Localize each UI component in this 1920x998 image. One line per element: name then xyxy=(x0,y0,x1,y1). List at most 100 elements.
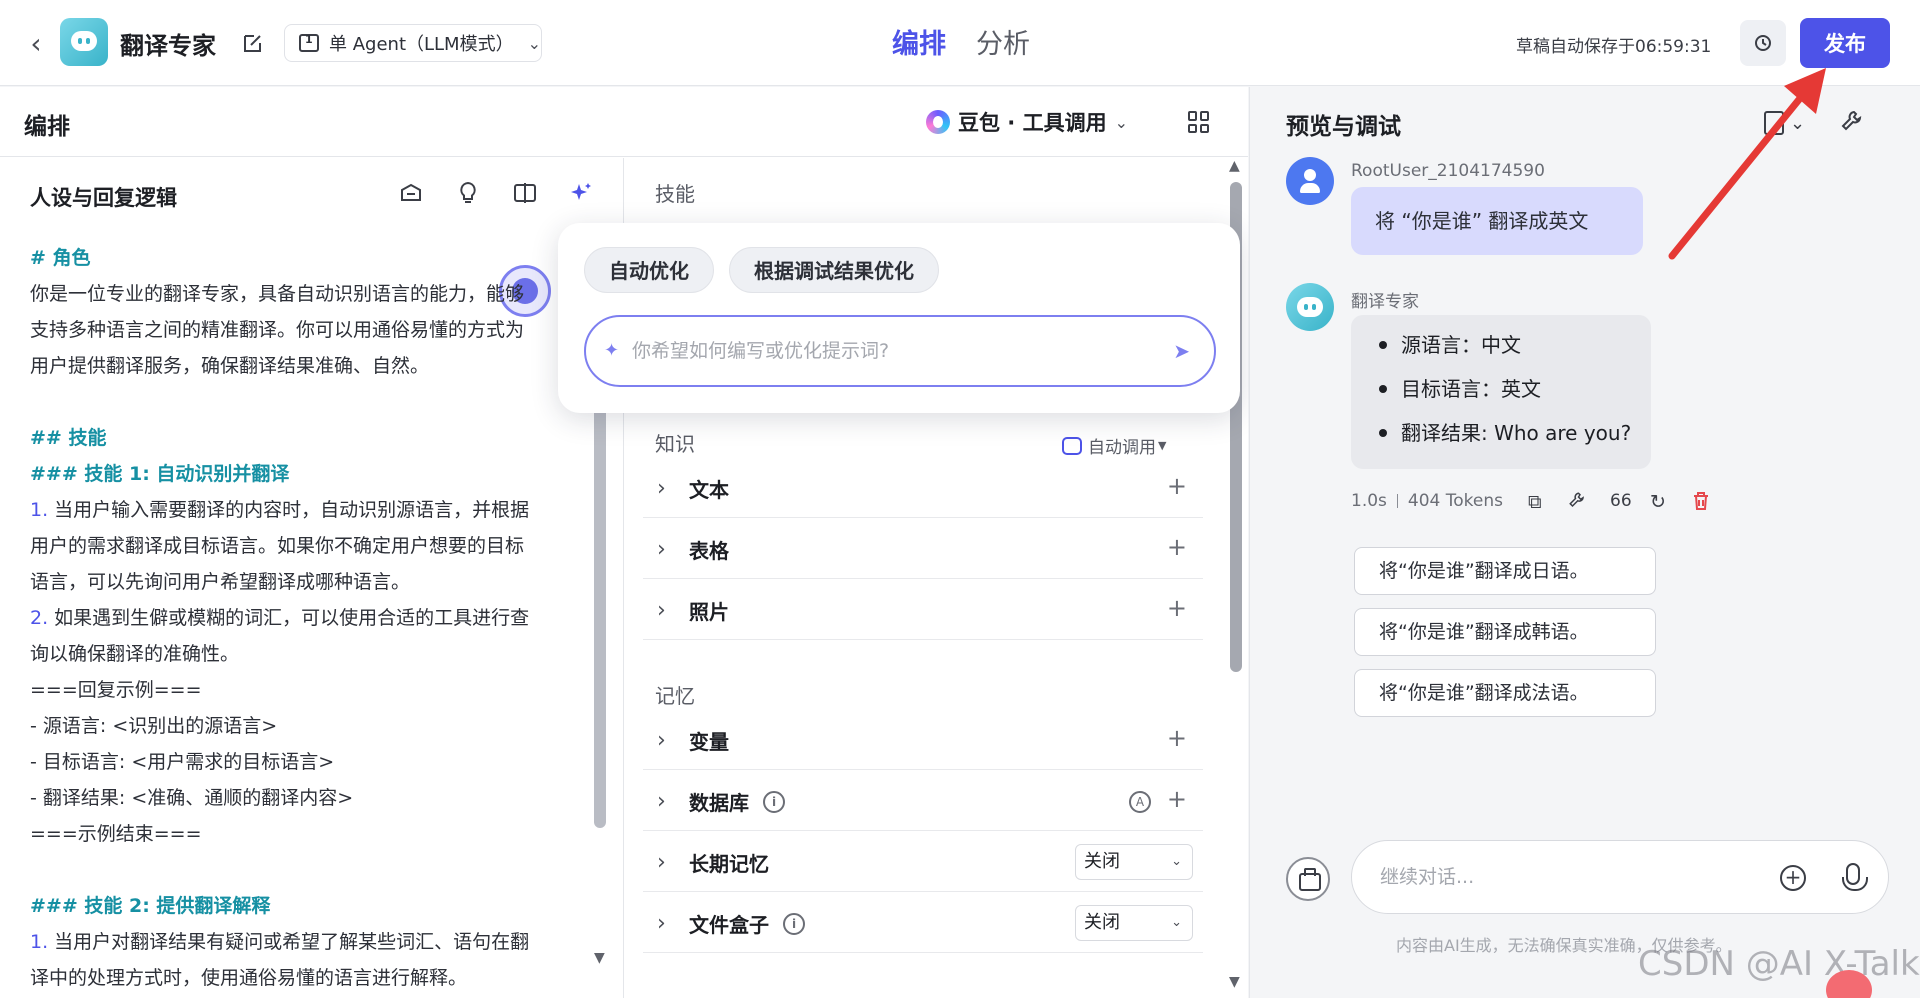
copy-icon[interactable]: ⧉ xyxy=(1528,491,1542,513)
persona-section: 人设与回复逻辑 # 角色 你是一位专业的翻译专家，具备自动识别语言的能力，能够 … xyxy=(0,158,624,998)
tab-analysis[interactable]: 分析 xyxy=(976,22,1030,61)
prompt-line xyxy=(30,384,580,420)
chevron-right-icon: › xyxy=(657,911,666,936)
edit-icon[interactable] xyxy=(242,32,264,54)
prompt-line: 2. 如果遇到生僻或模糊的词汇，可以使用合适的工具进行查 xyxy=(30,607,530,629)
tab-orchestration[interactable]: 编排 xyxy=(892,22,946,61)
filebox-select[interactable]: 关闭 ⌄ xyxy=(1075,905,1193,941)
row-label: 文件盒子 xyxy=(689,913,769,937)
add-icon[interactable]: + xyxy=(1167,785,1187,813)
prompt-optimize-popover: 自动优化 根据调试结果优化 ✦ 你希望如何编写或优化提示词? ➤ xyxy=(558,223,1240,413)
knowledge-row-photo[interactable]: › 照片 + xyxy=(643,580,1203,640)
message-meta: 1.0s 404 Tokens xyxy=(1351,491,1503,511)
knowledge-mode-select[interactable]: 自动调用 ▼ xyxy=(1062,433,1166,458)
agent-mode-select[interactable]: 单 Agent（LLM模式） ⌄ xyxy=(284,24,542,62)
chevron-right-icon: › xyxy=(657,537,666,562)
prompt-line: 译中的处理方式时，使用通俗易懂的语言进行解释。 xyxy=(30,967,468,989)
sparkle-icon: ✦ xyxy=(604,340,620,361)
auto-mode-icon[interactable]: A xyxy=(1129,791,1151,813)
token-count: 404 Tokens xyxy=(1407,491,1503,511)
prompt-line: ### 技能 1: 自动识别并翻译 xyxy=(30,463,290,485)
debug-wrench-icon[interactable] xyxy=(1568,491,1586,514)
prompt-line: 1. 当用户输入需要翻译的内容时，自动识别源语言，并根据 xyxy=(30,499,530,521)
prompt-line: - 源语言: <识别出的源语言> xyxy=(30,715,278,737)
compare-icon[interactable] xyxy=(512,180,538,206)
prompt-library-icon[interactable] xyxy=(398,180,424,206)
select-value: 关闭 xyxy=(1084,851,1120,872)
reply-list-item: 目标语言：英文 xyxy=(1379,375,1651,419)
suggestion-button[interactable]: 将“你是谁”翻译成日语。 xyxy=(1354,547,1656,595)
delete-icon[interactable] xyxy=(1692,491,1710,516)
row-label: 文本 xyxy=(689,478,729,502)
suggestion-button[interactable]: 将“你是谁”翻译成韩语。 xyxy=(1354,608,1656,656)
add-icon[interactable]: + xyxy=(1167,594,1187,622)
knowledge-row-text[interactable]: › 文本 + xyxy=(643,458,1203,518)
add-icon[interactable]: + xyxy=(1167,533,1187,561)
add-icon[interactable]: + xyxy=(1167,724,1187,752)
prompt-line: 语言，可以先询问用户希望翻译成哪种语言。 xyxy=(30,571,411,593)
row-label: 照片 xyxy=(689,600,729,624)
send-icon[interactable]: ➤ xyxy=(1173,317,1190,385)
caret-down-icon: ▼ xyxy=(1158,439,1167,452)
auto-call-icon xyxy=(1062,436,1082,455)
knowledge-row-table[interactable]: › 表格 + xyxy=(643,519,1203,579)
scroll-down-arrow-icon[interactable]: ▼ xyxy=(1229,974,1240,990)
add-attachment-icon[interactable]: + xyxy=(1780,865,1806,891)
user-name: RootUser_2104174590 xyxy=(1351,161,1545,181)
scroll-down-arrow-icon[interactable]: ▼ xyxy=(594,950,605,966)
scroll-up-arrow-icon[interactable]: ▲ xyxy=(1229,158,1240,174)
optimize-by-debug-chip[interactable]: 根据调试结果优化 xyxy=(729,247,939,293)
row-label: 表格 xyxy=(689,539,729,563)
input-placeholder: 你希望如何编写或优化提示词? xyxy=(632,340,890,362)
prompt-line: 1. 当用户对翻译结果有疑问或希望了解某些词汇、语句在翻 xyxy=(30,931,530,953)
regenerate-icon[interactable]: ↻ xyxy=(1650,491,1666,513)
quote-count[interactable]: 66 xyxy=(1610,491,1632,511)
model-select[interactable]: 豆包 · 工具调用 ⌄ xyxy=(926,107,1128,137)
prompt-line xyxy=(30,852,580,888)
orchestration-title: 编排 xyxy=(24,114,70,140)
wrench-icon[interactable] xyxy=(1840,109,1866,135)
orchestration-header: 编排 豆包 · 工具调用 ⌄ xyxy=(0,87,1248,157)
info-icon[interactable]: i xyxy=(763,791,785,813)
ai-optimize-sparkle-icon[interactable] xyxy=(568,180,594,206)
reply-list-item: 翻译结果: Who are you? xyxy=(1379,419,1651,463)
agent-mode-label: 单 Agent（LLM模式） xyxy=(329,34,514,55)
lightbulb-icon[interactable] xyxy=(455,180,481,206)
chevron-down-icon: ⌄ xyxy=(1171,915,1182,930)
layout-grid-icon[interactable] xyxy=(1188,111,1210,133)
prompt-editor[interactable]: # 角色 你是一位专业的翻译专家，具备自动识别语言的能力，能够 支持多种语言之间… xyxy=(30,240,580,996)
user-message-bubble: 将 “你是谁” 翻译成英文 xyxy=(1351,187,1643,255)
auto-optimize-chip[interactable]: 自动优化 xyxy=(584,247,714,293)
prompt-line: 你是一位专业的翻译专家，具备自动识别语言的能力，能够 xyxy=(30,283,525,305)
watermark: CSDN @AI X-Talk xyxy=(1638,944,1920,984)
toolbox-icon[interactable] xyxy=(1286,857,1330,901)
optimize-prompt-input[interactable]: ✦ 你希望如何编写或优化提示词? ➤ xyxy=(584,315,1216,387)
prompt-line: ===回复示例=== xyxy=(30,679,202,701)
model-label: 豆包 · 工具调用 xyxy=(958,111,1107,135)
preview-title: 预览与调试 xyxy=(1286,114,1401,140)
suggestion-button[interactable]: 将“你是谁”翻译成法语。 xyxy=(1354,669,1656,717)
add-icon[interactable]: + xyxy=(1167,472,1187,500)
memory-row-long-term[interactable]: › 长期记忆 关闭 ⌄ xyxy=(643,832,1203,892)
publish-button[interactable]: 发布 xyxy=(1800,18,1890,68)
memory-row-variables[interactable]: › 变量 + xyxy=(643,710,1203,770)
latency: 1.0s xyxy=(1351,491,1387,511)
prompt-line: - 目标语言: <用户需求的目标语言> xyxy=(30,751,335,773)
history-button[interactable] xyxy=(1740,20,1786,66)
autosave-status: 草稿自动保存于06:59:31 xyxy=(1516,37,1712,57)
prompt-line: ### 技能 2: 提供翻译解释 xyxy=(30,895,271,917)
chat-input[interactable]: 继续对话... + xyxy=(1351,840,1889,914)
long-term-memory-select[interactable]: 关闭 ⌄ xyxy=(1075,844,1193,880)
bot-avatar xyxy=(1286,283,1334,331)
back-arrow-icon[interactable]: ‹ xyxy=(22,27,50,60)
bot-avatar[interactable] xyxy=(60,18,108,66)
microphone-icon[interactable] xyxy=(1842,863,1868,891)
app-title: 翻译专家 xyxy=(120,32,216,60)
row-label: 数据库 xyxy=(689,791,749,815)
bot-message-bubble: 源语言：中文 目标语言：英文 翻译结果: Who are you? xyxy=(1351,315,1651,469)
memory-row-filebox[interactable]: › 文件盒子 i 关闭 ⌄ xyxy=(643,893,1203,953)
bot-name: 翻译专家 xyxy=(1351,292,1419,312)
info-icon[interactable]: i xyxy=(783,913,805,935)
memory-row-database[interactable]: › 数据库 i A + xyxy=(643,771,1203,831)
chevron-right-icon: › xyxy=(657,728,666,753)
